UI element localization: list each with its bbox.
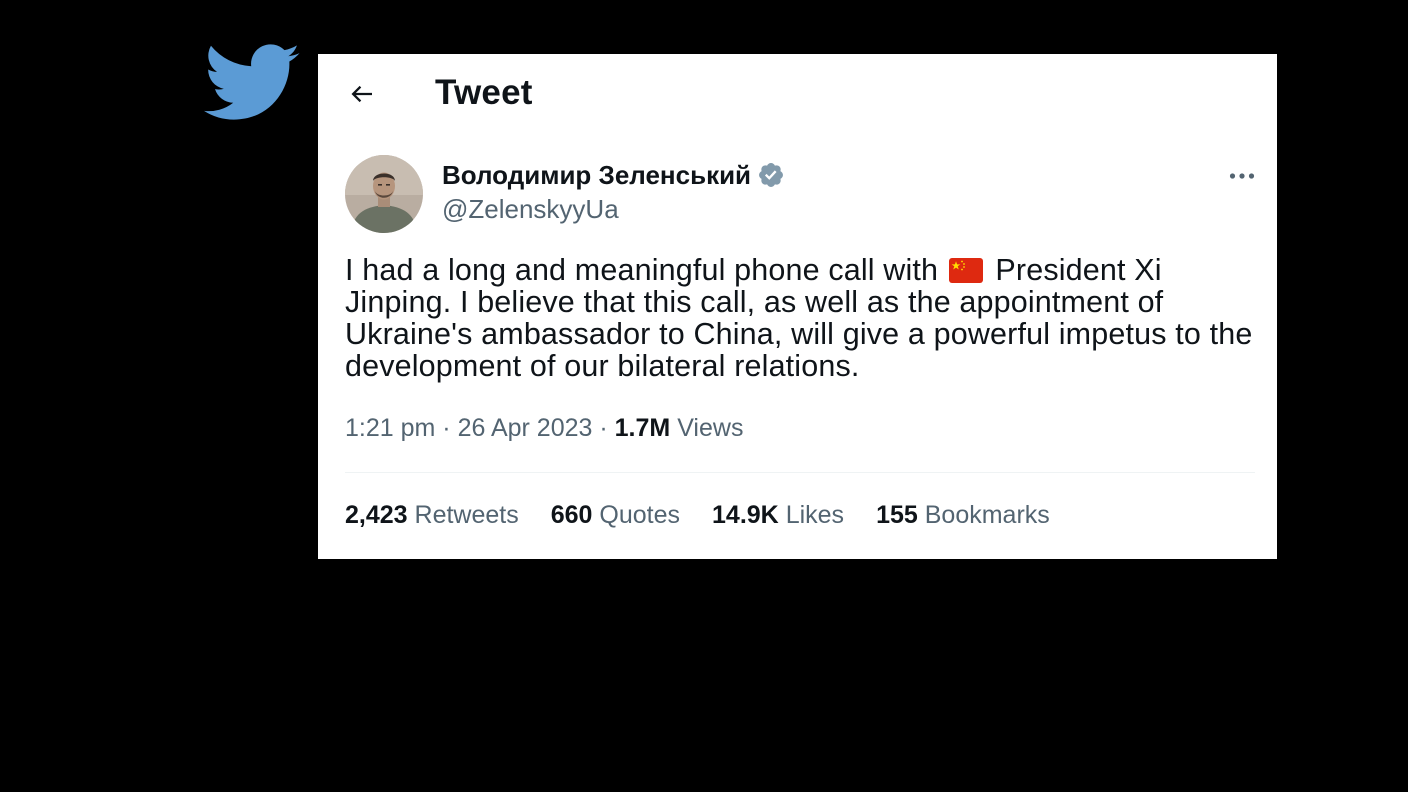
divider bbox=[345, 472, 1255, 473]
china-flag-emoji-icon bbox=[948, 258, 983, 283]
likes-count: 14.9K bbox=[712, 501, 779, 529]
bookmarks-stat-link[interactable]: 155 Bookmarks bbox=[876, 498, 1050, 532]
tweet-card: Tweet Володимир Зеленський @ZelenskyyUa bbox=[318, 54, 1277, 559]
meta-separator: · bbox=[599, 414, 608, 442]
retweets-stat-link[interactable]: 2,423 Retweets bbox=[345, 498, 519, 532]
quotes-label: Quotes bbox=[599, 501, 681, 529]
tweet-meta: 1:21 pm · 26 Apr 2023 · 1.7M Views bbox=[345, 411, 743, 445]
views-count: 1.7M bbox=[614, 414, 671, 442]
likes-label: Likes bbox=[785, 501, 845, 529]
twitter-bird-logo-icon bbox=[204, 44, 300, 120]
engagement-stats: 2,423 Retweets 660 Quotes 14.9K Likes 15… bbox=[345, 498, 1050, 532]
bookmarks-label: Bookmarks bbox=[924, 501, 1050, 529]
meta-separator: · bbox=[442, 414, 451, 442]
more-horizontal-icon bbox=[1229, 173, 1255, 179]
tweet-text: I had a long and meaningful phone call w… bbox=[345, 254, 1255, 382]
bookmarks-count: 155 bbox=[876, 501, 918, 529]
tweet-time[interactable]: 1:21 pm bbox=[345, 414, 435, 442]
quotes-count: 660 bbox=[550, 501, 593, 529]
verified-badge-icon bbox=[757, 161, 785, 189]
author-handle[interactable]: @ZelenskyyUa bbox=[442, 192, 619, 226]
avatar[interactable] bbox=[345, 155, 423, 233]
tweet-text-part-1: I had a long and meaningful phone call w… bbox=[345, 253, 947, 287]
page-title: Tweet bbox=[435, 73, 533, 112]
more-options-button[interactable] bbox=[1222, 162, 1262, 190]
author-name-link[interactable]: Володимир Зеленський bbox=[442, 158, 785, 192]
tweet-date[interactable]: 26 Apr 2023 bbox=[458, 414, 593, 442]
retweets-count: 2,423 bbox=[345, 501, 408, 529]
views-label: Views bbox=[677, 414, 744, 442]
author-name: Володимир Зеленський bbox=[442, 160, 752, 190]
retweets-label: Retweets bbox=[414, 501, 519, 529]
back-button[interactable] bbox=[344, 76, 380, 112]
user-avatar-icon bbox=[345, 155, 423, 233]
arrow-left-icon bbox=[351, 85, 372, 103]
likes-stat-link[interactable]: 14.9K Likes bbox=[712, 498, 844, 532]
quotes-stat-link[interactable]: 660 Quotes bbox=[551, 498, 680, 532]
